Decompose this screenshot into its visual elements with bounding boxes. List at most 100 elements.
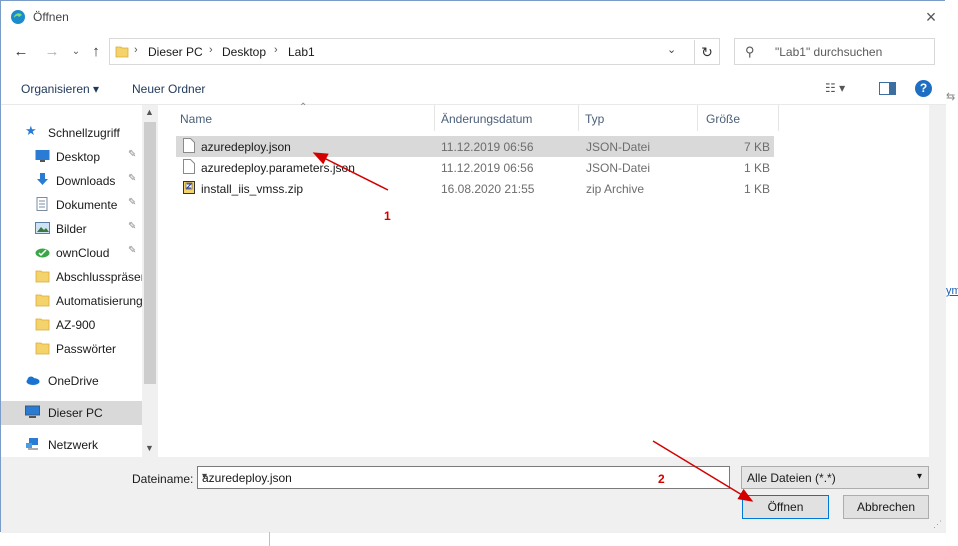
sidebar-item-label: Schnellzugriff: [48, 126, 120, 140]
navigation-pane: ★ Schnellzugriff Desktop ✎ Downloads ✎ D…: [1, 105, 158, 457]
command-toolbar: Organisieren ▾ Neuer Ordner ☷ ▾ ?: [1, 71, 946, 105]
organize-button[interactable]: Organisieren ▾: [21, 82, 99, 96]
chevron-down-icon: ▾: [916, 471, 922, 482]
breadcrumb-dieser-pc[interactable]: Dieser PC: [148, 45, 203, 59]
owncloud-icon: [35, 248, 50, 258]
up-arrow-icon[interactable]: ↑: [85, 41, 107, 63]
breadcrumb-separator: ›: [274, 44, 278, 56]
refresh-icon[interactable]: ↻: [694, 40, 719, 64]
breadcrumb-lab1[interactable]: Lab1: [288, 45, 315, 59]
sidebar-item-dieser-pc[interactable]: Dieser PC: [1, 401, 142, 425]
column-header-date[interactable]: Änderungsdatum: [435, 105, 578, 131]
sidebar-item-dokumente[interactable]: Dokumente ✎: [1, 193, 142, 217]
folder-icon: [115, 46, 129, 58]
sidebar-item-passwoerter[interactable]: Passwörter: [1, 337, 142, 361]
edge-app-icon: [11, 10, 25, 24]
background-link-fragment: ym: [946, 285, 958, 297]
network-icon: [26, 438, 38, 450]
sidebar-item-desktop[interactable]: Desktop ✎: [1, 145, 142, 169]
sidebar-item-onedrive[interactable]: OneDrive: [1, 369, 142, 393]
file-list-scrollbar[interactable]: [929, 105, 946, 457]
download-icon: [37, 173, 48, 185]
cancel-button[interactable]: Abbrechen: [843, 495, 929, 519]
sidebar-item-bilder[interactable]: Bilder ✎: [1, 217, 142, 241]
column-header-name[interactable]: Name: [176, 105, 434, 131]
close-button[interactable]: ×: [919, 5, 943, 29]
folder-icon: [35, 318, 50, 331]
title-bar: Öffnen ×: [1, 1, 946, 33]
view-options-icon[interactable]: ☷ ▾: [825, 81, 845, 95]
search-input[interactable]: ⚲ "Lab1" durchsuchen: [734, 38, 935, 65]
file-row[interactable]: azuredeploy.json 11.12.2019 06:56 JSON-D…: [176, 136, 774, 157]
sidebar-item-schnellzugriff[interactable]: ★ Schnellzugriff: [1, 121, 142, 145]
sidebar-item-label: OneDrive: [48, 374, 99, 388]
folder-icon: [35, 270, 50, 283]
column-header-label: Typ: [585, 112, 605, 126]
sidebar-item-owncloud[interactable]: ownCloud ✎: [1, 241, 142, 265]
sidebar-item-abschlusspraesentation[interactable]: Abschlusspräsentation: [1, 265, 142, 289]
forward-arrow-icon[interactable]: →: [41, 41, 63, 63]
column-header-type[interactable]: Typ: [579, 105, 697, 131]
annotation-label-1: 1: [384, 209, 391, 223]
document-icon: [36, 197, 48, 211]
file-type-filter[interactable]: Alle Dateien (*.*) ▾: [741, 466, 929, 489]
navigation-scrollbar-thumb[interactable]: [144, 122, 156, 384]
breadcrumb-separator: ›: [209, 44, 213, 56]
search-icon: ⚲: [745, 44, 755, 59]
sidebar-item-netzwerk[interactable]: Netzwerk: [1, 433, 142, 457]
file-size: 1 KB: [743, 182, 770, 196]
help-icon[interactable]: ?: [915, 80, 932, 97]
breadcrumb-desktop[interactable]: Desktop: [222, 45, 266, 59]
file-name: azuredeploy.parameters.json: [201, 161, 355, 175]
file-date: 16.08.2020 21:55: [441, 182, 535, 196]
preview-pane-icon[interactable]: [879, 82, 896, 95]
window-title: Öffnen: [33, 10, 69, 24]
scroll-down-icon[interactable]: ▼: [145, 443, 154, 453]
folder-icon: [35, 342, 50, 355]
annotation-label-2: 2: [658, 472, 665, 486]
filter-value: Alle Dateien (*.*): [747, 471, 836, 485]
file-name: azuredeploy.json: [201, 140, 291, 154]
filename-dropdown-icon[interactable]: ▾: [202, 471, 725, 482]
desktop-icon: [35, 150, 50, 162]
column-header-label: Name: [180, 112, 213, 126]
file-row[interactable]: install_iis_vmss.zip 16.08.2020 21:55 zi…: [176, 178, 774, 199]
breadcrumb-separator: ›: [134, 44, 138, 56]
back-arrow-icon[interactable]: ←: [10, 41, 32, 63]
recent-locations-dropdown-icon[interactable]: ⌄: [65, 41, 87, 63]
file-type: JSON-Datei: [586, 140, 651, 154]
sidebar-item-az-900[interactable]: AZ-900: [1, 313, 142, 337]
pictures-icon: [35, 222, 50, 234]
sidebar-item-label: Automatisierung: [56, 294, 142, 308]
background-arrow-icon: ⇆: [946, 91, 956, 103]
search-placeholder: "Lab1" durchsuchen: [775, 45, 883, 59]
sidebar-item-label: Dieser PC: [48, 406, 103, 420]
column-header-size[interactable]: Größe: [698, 105, 778, 131]
file-date: 11.12.2019 06:56: [441, 161, 534, 175]
file-row[interactable]: azuredeploy.parameters.json 11.12.2019 0…: [176, 157, 774, 178]
column-divider[interactable]: [778, 105, 779, 131]
pin-icon: ✎: [128, 173, 137, 184]
open-button[interactable]: Öffnen: [742, 495, 829, 519]
file-icon: [183, 159, 195, 174]
resize-grip-icon[interactable]: ⋰: [933, 519, 943, 529]
filename-label: Dateiname:: [132, 472, 194, 486]
filename-field[interactable]: azuredeploy.json ▾: [197, 466, 730, 489]
sidebar-item-downloads[interactable]: Downloads ✎: [1, 169, 142, 193]
file-name: install_iis_vmss.zip: [201, 182, 304, 196]
sidebar-item-label: Passwörter: [56, 342, 117, 356]
file-type: zip Archive: [586, 182, 645, 196]
file-size: 1 KB: [743, 161, 770, 175]
address-bar[interactable]: › Dieser PC › Desktop › Lab1 ⌄ ↻: [109, 38, 720, 65]
scroll-up-icon[interactable]: ▲: [145, 107, 154, 117]
new-folder-button[interactable]: Neuer Ordner: [132, 82, 205, 96]
file-icon: [183, 138, 195, 153]
file-type: JSON-Datei: [586, 161, 651, 175]
sidebar-item-label: Netzwerk: [48, 438, 99, 452]
address-dropdown-icon[interactable]: ⌄: [667, 43, 676, 56]
pin-icon: ✎: [128, 221, 137, 232]
sidebar-item-automatisierung[interactable]: Automatisierung: [1, 289, 142, 313]
background-divider: [269, 532, 270, 546]
star-icon: ★: [25, 123, 37, 138]
onedrive-icon: [26, 376, 40, 385]
